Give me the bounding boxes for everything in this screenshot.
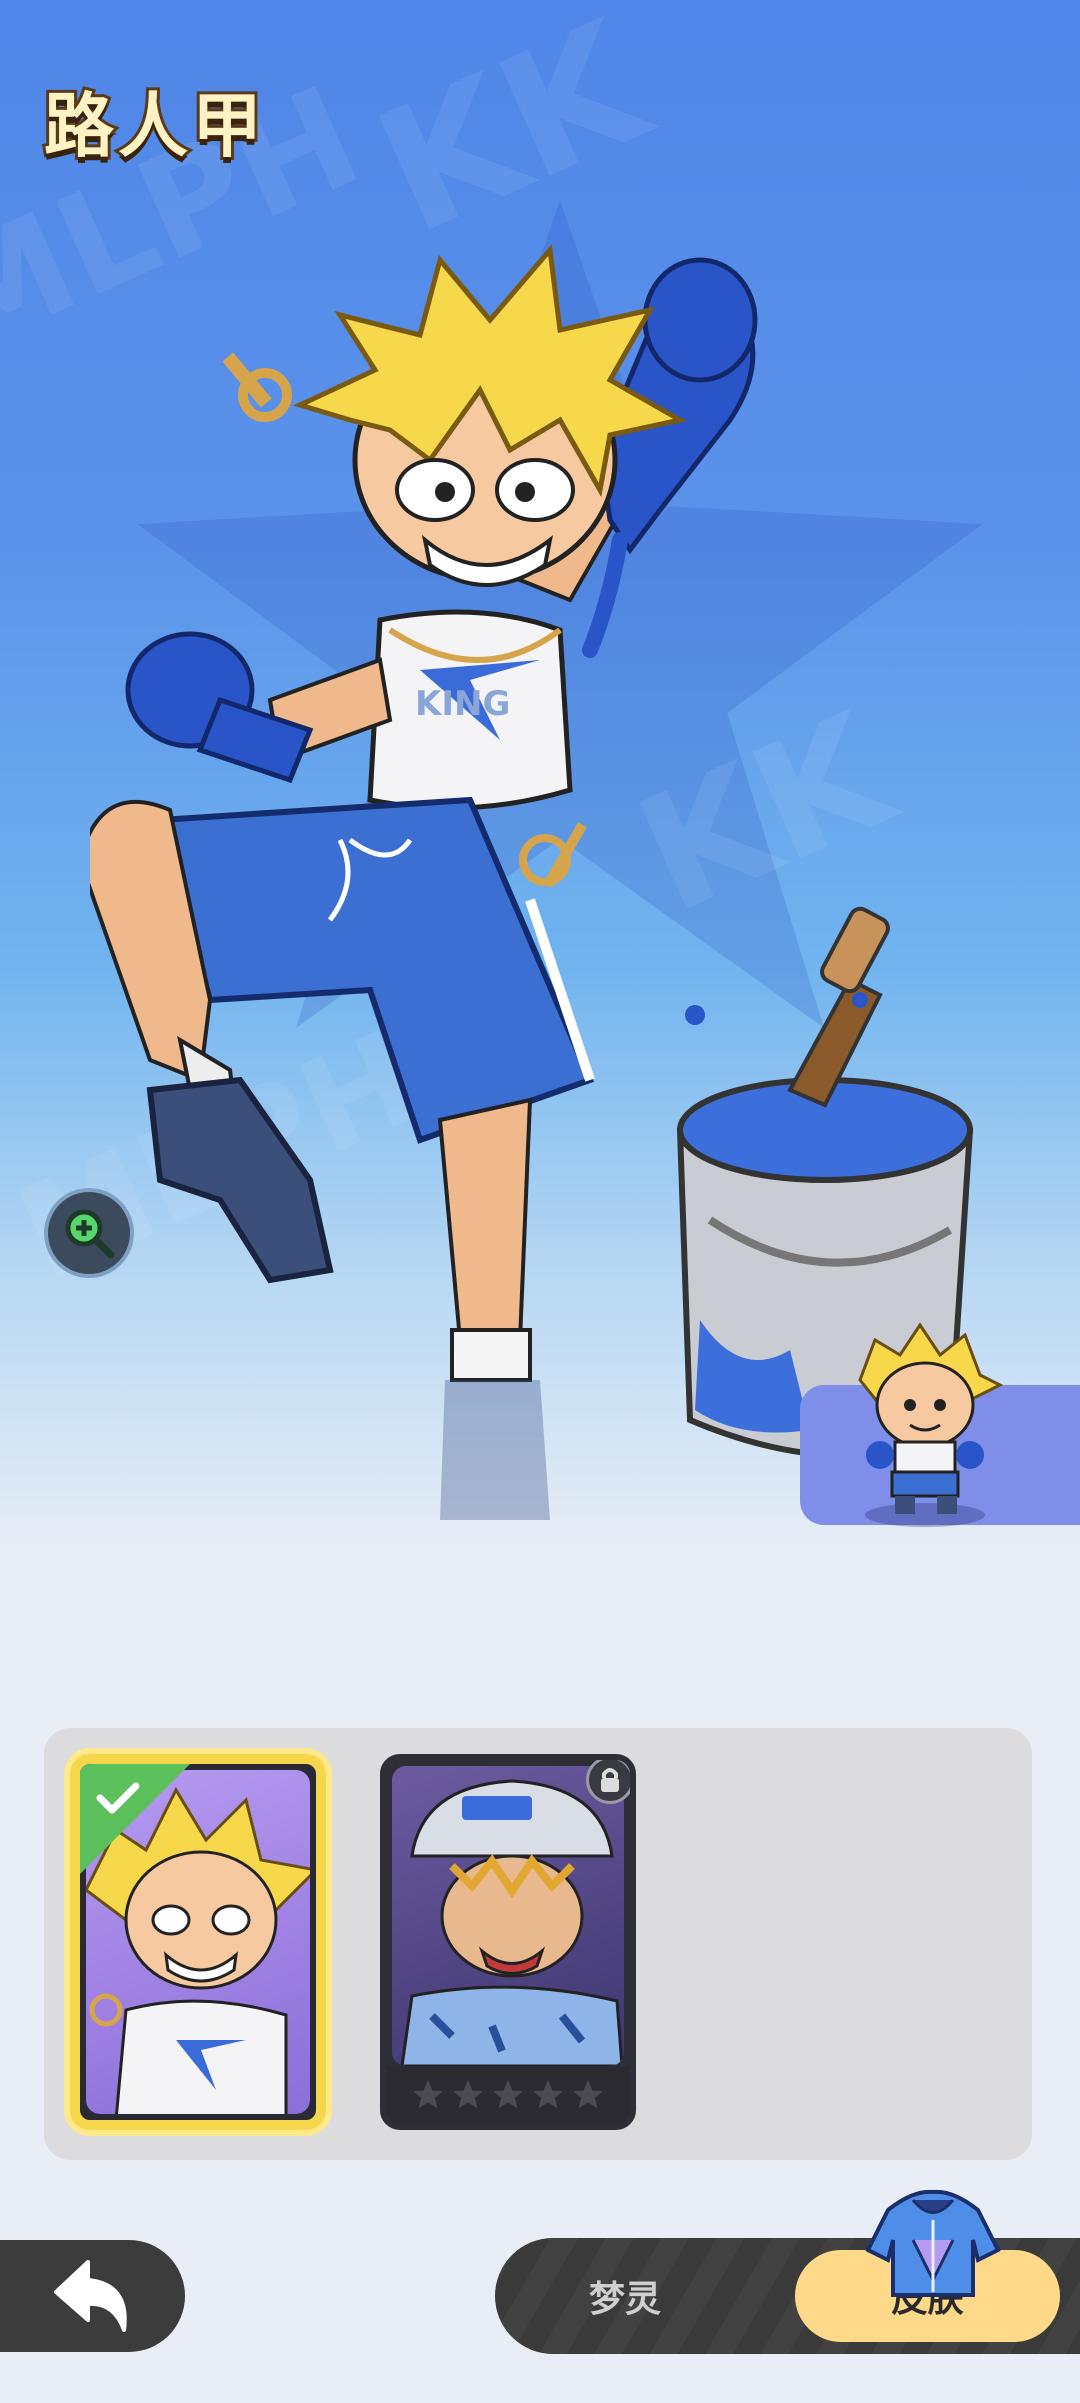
zoom-in-icon [65,1209,115,1259]
star-icon [453,2080,483,2109]
character-name: 路人甲 [41,82,266,170]
skin-portrait [400,1779,624,2066]
star-rating [386,2066,630,2124]
chibi-preview[interactable] [840,1320,1010,1530]
star-icon [493,2080,523,2109]
skin-card-locked[interactable] [380,1754,636,2130]
jacket-icon [865,2189,1001,2297]
star-icon [533,2080,563,2109]
back-arrow-icon [53,2260,127,2332]
lock-icon [586,1760,630,1804]
back-button[interactable] [0,2240,185,2352]
check-icon [96,1782,140,1814]
skin-card-default[interactable] [70,1754,326,2130]
star-icon [413,2080,443,2109]
zoom-button[interactable] [44,1188,134,1278]
tab-dream-spirit[interactable]: 梦灵 [525,2250,725,2342]
shirt-logo: KING [415,684,510,724]
star-icon [573,2080,603,2109]
